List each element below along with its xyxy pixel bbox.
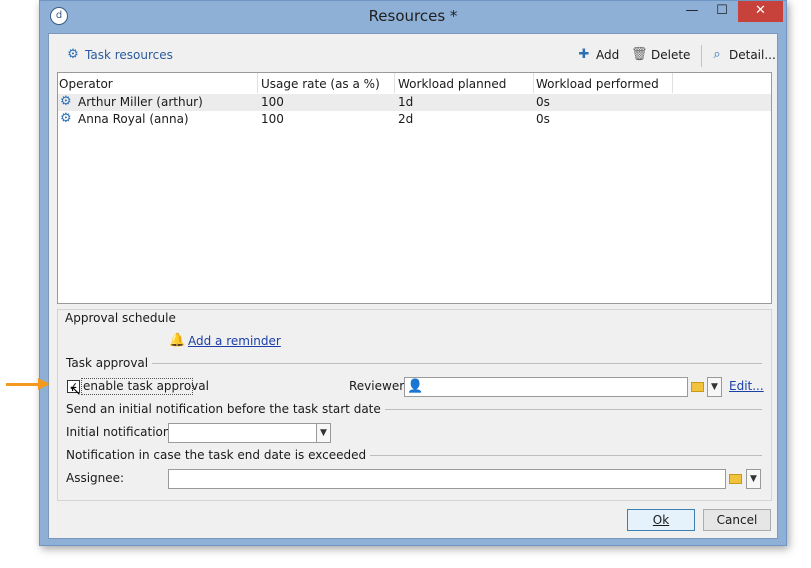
performed-cell: 0s	[536, 112, 550, 126]
user-icon: 👤	[407, 379, 424, 394]
column-divider[interactable]	[394, 73, 395, 93]
cancel-button[interactable]: Cancel	[703, 509, 771, 531]
search-icon: ⌕	[713, 47, 721, 62]
toolbar-separator	[701, 45, 702, 67]
title-bar[interactable]: d Resources * — ☐ ✕	[40, 1, 786, 33]
planned-cell: 2d	[398, 112, 414, 126]
resources-dialog: d Resources * — ☐ ✕ ⚙ Task resources ✚ A…	[39, 0, 787, 546]
minimize-button[interactable]: —	[679, 1, 705, 22]
cancel-label: Cancel	[716, 513, 758, 527]
detail-label: Detail...	[729, 48, 776, 62]
ok-button[interactable]: Ok	[627, 509, 695, 531]
delete-label: Delete	[651, 48, 691, 62]
detail-button[interactable]: ⌕ Detail...	[709, 47, 776, 63]
close-button[interactable]: ✕	[738, 1, 783, 22]
reviewer-field[interactable]: 👤	[404, 377, 688, 397]
initial-notification-dropdown-button[interactable]: ▼	[316, 423, 331, 443]
arrow-shaft	[6, 383, 40, 386]
task-resources-title: ⚙ Task resources	[65, 47, 173, 63]
overdue-notification-section-label: Notification in case the task end date i…	[66, 448, 371, 462]
operator-icon: ⚙	[60, 94, 72, 109]
approval-schedule-label: Approval schedule	[65, 311, 180, 325]
column-divider[interactable]	[257, 73, 258, 93]
planned-cell: 1d	[398, 95, 414, 109]
bell-icon: 🔔	[169, 333, 186, 348]
enable-approval-label[interactable]: enable task approval	[83, 379, 209, 393]
operator-icon: ⚙	[60, 111, 72, 126]
column-header-operator[interactable]: Operator	[59, 77, 113, 91]
column-header-planned[interactable]: Workload planned	[398, 77, 506, 91]
folder-icon[interactable]	[691, 382, 704, 392]
add-button[interactable]: ✚ Add	[576, 47, 620, 63]
usage-cell: 100	[261, 112, 284, 126]
gear-user-icon: ⚙	[67, 47, 79, 62]
toolbar-title: Task resources	[85, 48, 173, 62]
arrow-head	[38, 378, 50, 390]
folder-icon[interactable]	[729, 474, 742, 484]
maximize-button[interactable]: ☐	[709, 1, 735, 22]
window-title: Resources *	[368, 7, 458, 25]
performed-cell: 0s	[536, 95, 550, 109]
usage-cell: 100	[261, 95, 284, 109]
delete-button[interactable]: 🗑 Delete	[631, 47, 690, 63]
column-divider[interactable]	[672, 73, 673, 93]
toolbar: ⚙ Task resources ✚ Add 🗑 Delete ⌕ Detail…	[57, 43, 776, 69]
table-row[interactable]: ⚙ Anna Royal (anna) 100 2d 0s	[58, 111, 771, 128]
table-row[interactable]: ⚙ Arthur Miller (arthur) 100 1d 0s	[58, 94, 771, 111]
reviewer-edit-link[interactable]: Edit...	[729, 379, 764, 393]
resources-table: Operator Usage rate (as a %) Workload pl…	[57, 72, 772, 304]
assignee-field[interactable]	[168, 469, 726, 489]
callout-arrow	[6, 378, 50, 390]
task-approval-label: Task approval	[66, 356, 153, 370]
assignee-dropdown-button[interactable]: ▼	[746, 469, 761, 489]
initial-notification-label: Initial notification:	[66, 425, 175, 439]
assignee-label: Assignee:	[66, 471, 125, 485]
column-header-usage[interactable]: Usage rate (as a %)	[261, 77, 380, 91]
dialog-client-area: ⚙ Task resources ✚ Add 🗑 Delete ⌕ Detail…	[48, 33, 778, 539]
column-divider[interactable]	[533, 73, 534, 93]
approval-panel: Approval schedule 🔔 Add a reminder Task …	[57, 309, 772, 501]
add-reminder-link[interactable]: Add a reminder	[188, 334, 281, 348]
operator-cell: Anna Royal (anna)	[78, 112, 189, 126]
column-header-performed[interactable]: Workload performed	[536, 77, 659, 91]
initial-notification-select[interactable]	[168, 423, 317, 443]
table-header: Operator Usage rate (as a %) Workload pl…	[58, 73, 771, 93]
trash-icon: 🗑	[631, 47, 648, 62]
ok-label: Ok	[652, 513, 670, 527]
reviewer-label: Reviewer:	[349, 379, 408, 393]
operator-cell: Arthur Miller (arthur)	[78, 95, 203, 109]
reviewer-dropdown-button[interactable]: ▼	[707, 377, 722, 397]
add-label: Add	[596, 48, 620, 62]
add-icon: ✚	[578, 47, 590, 62]
task-approval-divider	[66, 363, 762, 364]
mouse-cursor-icon: ↖	[70, 383, 82, 399]
initial-notification-section-label: Send an initial notification before the …	[66, 402, 385, 416]
